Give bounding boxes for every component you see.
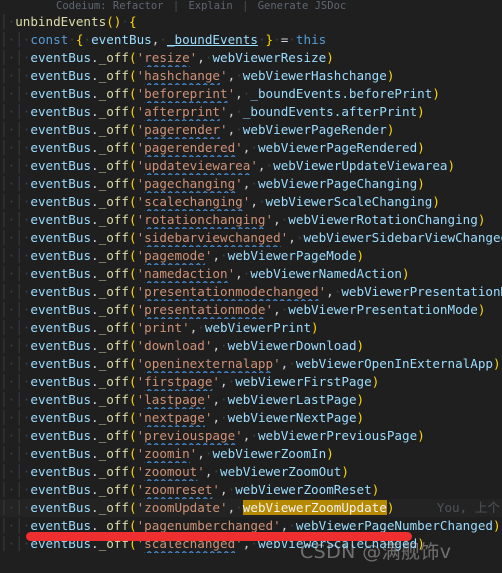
code-line-text: │·│·eventBus._off('zoomin',·webViewerZoo… <box>0 446 334 461</box>
code-line[interactable]: │·│·eventBus._off('namedaction',·webView… <box>0 265 502 283</box>
code-line[interactable]: │·│·eventBus._off('zoomUpdate',·webViewe… <box>0 499 502 517</box>
csdn-watermark: CSDN @满舰饰v <box>300 541 452 563</box>
codelens-action-explain[interactable]: Explain <box>188 0 232 12</box>
code-line[interactable]: │·│·eventBus._off('zoomin',·webViewerZoo… <box>0 445 502 463</box>
code-line-text: │·│·eventBus._off('pagerender',·webViewe… <box>0 122 395 137</box>
codelens-separator: | <box>172 0 180 12</box>
code-line-text: │·│·eventBus._off('sidebarviewchanged',·… <box>0 230 502 245</box>
code-line-text: │·│·eventBus._off('updateviewarea',·webV… <box>0 158 456 173</box>
code-line[interactable]: │·│·eventBus._off('pagerendered',·webVie… <box>0 139 502 157</box>
code-line[interactable]: │·│·eventBus._off('firstpage',·webViewer… <box>0 373 502 391</box>
code-line[interactable]: │·│·eventBus._off('updateviewarea',·webV… <box>0 157 502 175</box>
code-line[interactable]: │·│·eventBus._off('openinexternalapp',·w… <box>0 355 502 373</box>
code-line[interactable]: │·│·const·{·eventBus,·_boundEvents·}·=·t… <box>0 31 502 49</box>
code-line-text: │·│·eventBus._off('beforeprint',·_boundE… <box>0 86 440 101</box>
code-line-text: │·│·eventBus._off('lastpage',·webViewerL… <box>0 392 365 407</box>
code-line-text: │·│·eventBus._off('zoomUpdate',·webViewe… <box>0 500 395 515</box>
code-line[interactable]: │·│·eventBus._off('afterprint',·_boundEv… <box>0 103 502 121</box>
code-line-text: │·│·const·{·eventBus,·_boundEvents·}·=·t… <box>0 32 327 47</box>
code-line[interactable]: │·│·eventBus._off('scalechanging',·webVi… <box>0 193 502 211</box>
code-line[interactable]: │·unbindEvents()·{ <box>0 13 502 31</box>
code-line-text: │·│·eventBus._off('rotationchanging',·we… <box>0 212 486 227</box>
code-line[interactable]: │·│·eventBus._off('presentationmodechang… <box>0 283 502 301</box>
code-line[interactable]: │·│·eventBus._off('sidebarviewchanged',·… <box>0 229 502 247</box>
code-line-text: │·│·eventBus._off('zoomout',·webViewerZo… <box>0 464 349 479</box>
code-line[interactable]: │·│·eventBus._off('beforeprint',·_boundE… <box>0 85 502 103</box>
codelens-action-generate-jsdoc[interactable]: Generate JSDoc <box>258 0 347 12</box>
code-line-text: │·│·eventBus._off('pagemode',·webViewerP… <box>0 248 365 263</box>
code-line-text: │·│·eventBus._off('openinexternalapp',·w… <box>0 356 501 371</box>
code-line-text: │·│·eventBus._off('namedaction',·webView… <box>0 266 410 281</box>
code-line-text: │·│·eventBus._off('pagerendered',·webVie… <box>0 140 425 155</box>
code-line[interactable]: │·│·eventBus._off('zoomout',·webViewerZo… <box>0 463 502 481</box>
code-line[interactable]: │·│·eventBus._off('presentationmode',·we… <box>0 301 502 319</box>
code-line[interactable]: │·│·eventBus._off('download',·webViewerD… <box>0 337 502 355</box>
code-line[interactable]: │·│·eventBus._off('hashchange',·webViewe… <box>0 67 502 85</box>
code-line[interactable]: │·│·eventBus._off('pagechanging',·webVie… <box>0 175 502 193</box>
code-lines[interactable]: │·unbindEvents()·{ │·│·const·{·eventBus,·… <box>0 13 502 553</box>
code-line[interactable]: │·│·eventBus._off('rotationchanging',·we… <box>0 211 502 229</box>
code-line-text: │·│·eventBus._off('presentationmode',·we… <box>0 302 486 317</box>
code-editor[interactable]: Codeium: Refactor | Explain | Generate J… <box>0 0 502 573</box>
codelens-action-refactor[interactable]: Refactor <box>113 0 164 12</box>
code-line-text: │·│·eventBus._off('print',·webViewerPrin… <box>0 320 319 335</box>
code-line[interactable]: │·│·eventBus._off('resize',·webViewerRes… <box>0 49 502 67</box>
codeium-codelens[interactable]: Codeium: Refactor | Explain | Generate J… <box>0 0 502 13</box>
code-line-text: │·│·eventBus._off('download',·webViewerD… <box>0 338 365 353</box>
code-line[interactable]: │·│·eventBus._off('lastpage',·webViewerL… <box>0 391 502 409</box>
git-blame-annotation[interactable]: You, 上个 <box>437 499 502 517</box>
code-line-text: │·│·eventBus._off('scalechanging',·webVi… <box>0 194 440 209</box>
code-line-text: │·│·eventBus._off('resize',·webViewerRes… <box>0 50 334 65</box>
codelens-prefix: Codeium: <box>56 0 107 12</box>
code-line[interactable]: │·│·eventBus._off('previouspage',·webVie… <box>0 427 502 445</box>
code-line-text: │·unbindEvents()·{ <box>0 14 137 29</box>
code-line-text: │·│·eventBus._off('previouspage',·webVie… <box>0 428 425 443</box>
code-line-text: │·│·eventBus._off('pagechanging',·webVie… <box>0 176 425 191</box>
code-line[interactable]: │·│·eventBus._off('nextpage',·webViewerN… <box>0 409 502 427</box>
code-line-text: │·│·eventBus._off('zoomreset',·webViewer… <box>0 482 380 497</box>
code-line-text: │·│·eventBus._off('firstpage',·webViewer… <box>0 374 380 389</box>
code-line[interactable]: │·│·eventBus._off('pagerender',·webViewe… <box>0 121 502 139</box>
code-line-text: │·│·eventBus._off('afterprint',·_boundEv… <box>0 104 425 119</box>
codelens-separator: | <box>242 0 249 12</box>
code-line[interactable]: │·│·eventBus._off('print',·webViewerPrin… <box>0 319 502 337</box>
code-line[interactable]: │·│·eventBus._off('zoomreset',·webViewer… <box>0 481 502 499</box>
code-line-text: │·│·eventBus._off('hashchange',·webViewe… <box>0 68 395 83</box>
code-line-text: │·│·eventBus._off('presentationmodechang… <box>0 284 502 299</box>
code-line[interactable]: │·│·eventBus._off('pagemode',·webViewerP… <box>0 247 502 265</box>
code-line-text: │·│·eventBus._off('nextpage',·webViewerN… <box>0 410 365 425</box>
red-annotation-line <box>26 532 412 541</box>
